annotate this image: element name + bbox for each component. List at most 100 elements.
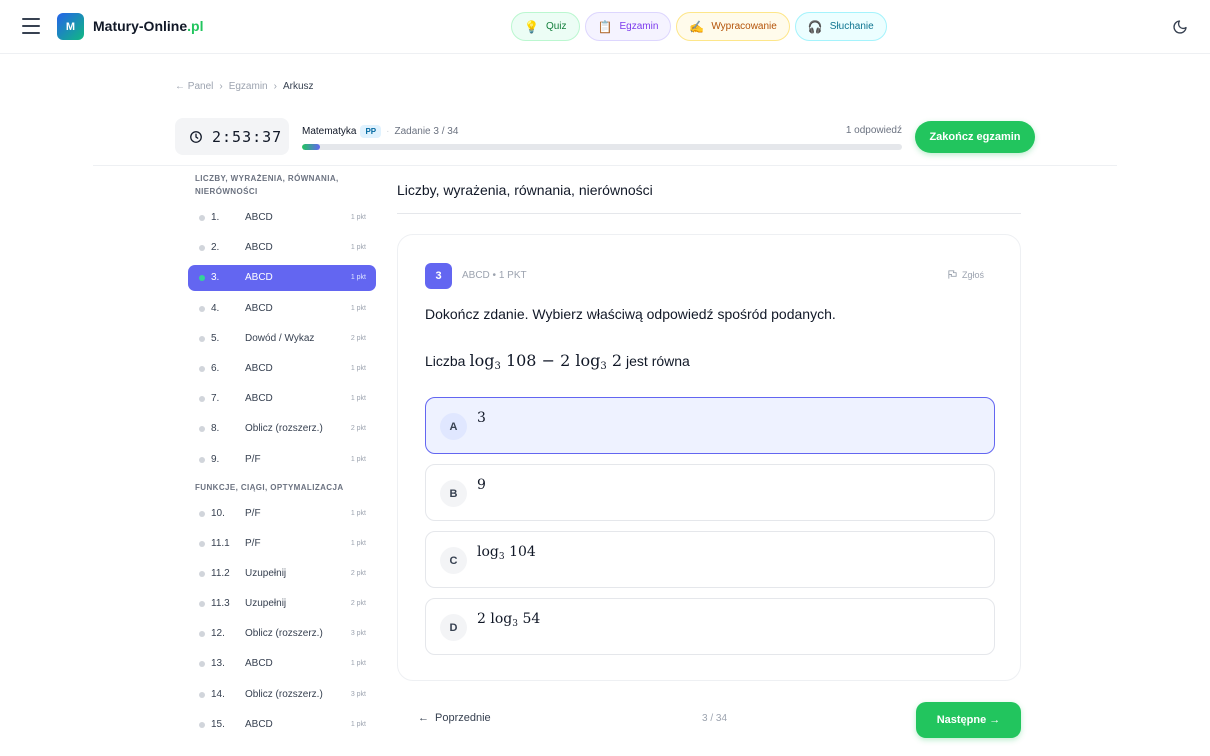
sidebar-task-item[interactable]: 13. ABCD 1 pkt bbox=[188, 651, 376, 677]
breadcrumb: ← Panel › Egzamin › Arkusz bbox=[175, 81, 314, 92]
sidebar-task-item[interactable]: 6. ABCD 1 pkt bbox=[188, 356, 376, 382]
task-points: 1 pkt bbox=[350, 509, 366, 517]
next-button[interactable]: Następne → bbox=[916, 702, 1021, 738]
task-number: 13. bbox=[211, 658, 225, 670]
task-number: 15. bbox=[211, 718, 225, 730]
dark-mode-moon-icon[interactable] bbox=[1172, 19, 1188, 35]
status-dot bbox=[199, 396, 205, 403]
report-button[interactable]: Zgłoś bbox=[947, 269, 984, 280]
task-type: Uzupełnij bbox=[245, 598, 287, 610]
task-number: 14. bbox=[211, 688, 225, 700]
sidebar-task-item[interactable]: 11.3 Uzupełnij 2 pkt bbox=[188, 591, 376, 617]
logo[interactable]: M bbox=[57, 13, 84, 40]
nav-sluchanie[interactable]: 🎧 Słuchanie bbox=[794, 12, 887, 41]
sidebar-task-item[interactable]: 9. P/F 1 pkt bbox=[188, 447, 376, 473]
breadcrumb-panel[interactable]: ← Panel bbox=[175, 81, 213, 92]
sidebar-task-item[interactable]: 12. Oblicz (rozszerz.) 3 pkt bbox=[188, 621, 376, 647]
option-letter: B bbox=[440, 480, 467, 507]
nav-quiz[interactable]: 💡 Quiz bbox=[511, 12, 580, 41]
task-sidebar: LICZBY, WYRAŻENIA, RÓWNANIA, NIERÓWNOŚCI… bbox=[188, 172, 376, 742]
option-a[interactable]: A 3 bbox=[425, 397, 995, 454]
writing-hand-icon: ✍ bbox=[689, 19, 705, 34]
status-dot bbox=[199, 456, 205, 463]
finish-exam-button[interactable]: Zakończ egzamin bbox=[915, 121, 1035, 153]
brand-name[interactable]: Matury-Online.pl bbox=[93, 18, 203, 34]
exam-progress-fill bbox=[302, 144, 320, 150]
sidebar-task-item[interactable]: 1. ABCD 1 pkt bbox=[188, 205, 376, 231]
task-type: ABCD bbox=[245, 718, 273, 730]
option-value: 2 log3 54 bbox=[477, 611, 541, 629]
task-number: 1. bbox=[211, 212, 220, 223]
sidebar-task-item[interactable]: 14. Oblicz (rozszerz.) 3 pkt bbox=[188, 682, 376, 708]
sidebar-task-item[interactable]: 7. ABCD 1 pkt bbox=[188, 386, 376, 412]
status-dot bbox=[199, 510, 205, 517]
option-letter: C bbox=[440, 547, 467, 574]
sidebar-task-item[interactable]: 5. Dowód / Wykaz 2 pkt bbox=[188, 326, 376, 352]
task-number: 12. bbox=[211, 628, 225, 640]
task-points: 1 pkt bbox=[350, 364, 366, 372]
nav-wypracowanie[interactable]: ✍ Wypracowanie bbox=[676, 12, 790, 41]
mode-nav: 💡 Quiz 📋 Egzamin ✍ Wypracowanie 🎧 Słuchanie bbox=[511, 12, 887, 41]
task-type: Dowód / Wykaz bbox=[245, 332, 315, 344]
lightbulb-icon: 💡 bbox=[524, 19, 539, 34]
task-type: ABCD bbox=[245, 212, 273, 223]
task-type: ABCD bbox=[245, 362, 273, 374]
task-points: 1 pkt bbox=[350, 539, 366, 547]
status-dot bbox=[199, 365, 205, 372]
sidebar-section-title: LICZBY, WYRAŻENIA, RÓWNANIA, NIERÓWNOŚCI bbox=[195, 174, 339, 196]
sidebar-task-item[interactable]: 2. ABCD 1 pkt bbox=[188, 235, 376, 261]
option-d[interactable]: D 2 log3 54 bbox=[425, 598, 995, 655]
nav-egzamin[interactable]: 📋 Egzamin bbox=[584, 12, 672, 41]
flag-icon bbox=[948, 270, 957, 279]
status-dot bbox=[199, 661, 205, 668]
task-number: 10. bbox=[211, 507, 225, 519]
task-points: 1 pkt bbox=[350, 395, 366, 403]
status-dot bbox=[199, 540, 205, 547]
sidebar-task-item[interactable]: 8. Oblicz (rozszerz.) 2 pkt bbox=[188, 416, 376, 442]
task-type: ABCD bbox=[245, 302, 273, 314]
sidebar-task-item[interactable]: 10. P/F 1 pkt bbox=[188, 501, 376, 527]
timer-value: 2:53:37 bbox=[212, 127, 283, 146]
task-points: 3 pkt bbox=[350, 630, 366, 638]
status-dot bbox=[199, 601, 205, 608]
task-number: 8. bbox=[211, 423, 220, 435]
sidebar-task-item[interactable]: 11.2 Uzupełnij 2 pkt bbox=[188, 561, 376, 587]
answered-count: 1 odpowiedź bbox=[845, 125, 902, 136]
sidebar-task-item[interactable]: 4. ABCD 1 pkt bbox=[188, 296, 376, 322]
breadcrumb-egzamin[interactable]: Egzamin bbox=[229, 81, 268, 92]
status-dot bbox=[199, 335, 205, 342]
exam-timer: 2:53:37 bbox=[175, 118, 289, 155]
option-b[interactable]: B 9 bbox=[425, 464, 995, 521]
exam-progress-bar bbox=[302, 144, 902, 150]
status-dot bbox=[199, 631, 205, 638]
task-number: 9. bbox=[211, 453, 220, 465]
task-number: 2. bbox=[211, 242, 220, 254]
status-dot bbox=[199, 245, 205, 252]
question-instruction: Dokończ zdanie. Wybierz właściwą odpowie… bbox=[425, 306, 836, 322]
previous-button[interactable]: ← Poprzednie bbox=[418, 712, 491, 724]
task-number: 7. bbox=[211, 393, 220, 405]
task-points: 1 pkt bbox=[350, 455, 366, 463]
task-points: 2 pkt bbox=[350, 600, 366, 608]
top-bar: M Matury-Online.pl 💡 Quiz 📋 Egzamin ✍ Wypra… bbox=[0, 0, 1210, 54]
task-type: Oblicz (rozszerz.) bbox=[245, 688, 323, 700]
menu-icon[interactable] bbox=[22, 18, 40, 34]
clock-icon bbox=[190, 130, 202, 143]
task-points: 3 pkt bbox=[350, 690, 366, 698]
sidebar-task-item[interactable]: 3. ABCD 1 pkt bbox=[188, 265, 376, 292]
sidebar-task-item[interactable]: 11.1 P/F 1 pkt bbox=[188, 531, 376, 557]
status-dot bbox=[199, 691, 205, 698]
task-points: 1 pkt bbox=[350, 244, 366, 252]
sidebar-section-title: FUNKCJE, CIĄGI, OPTYMALIZACJA bbox=[195, 482, 344, 492]
arrow-left-icon: ← bbox=[418, 712, 429, 724]
option-c[interactable]: C log3 104 bbox=[425, 531, 995, 588]
question-counter: 3 / 34 bbox=[702, 713, 728, 724]
task-points: 2 pkt bbox=[350, 334, 366, 342]
divider bbox=[93, 165, 1117, 166]
status-dot bbox=[199, 305, 205, 312]
sidebar-task-item[interactable]: 15. ABCD 1 pkt bbox=[188, 712, 376, 738]
question-formula: Liczba log3 108 − 2 log3 2 jest równa bbox=[425, 351, 690, 372]
status-dot bbox=[199, 426, 205, 433]
task-type: Oblicz (rozszerz.) bbox=[245, 423, 323, 435]
task-number: 6. bbox=[211, 362, 220, 374]
